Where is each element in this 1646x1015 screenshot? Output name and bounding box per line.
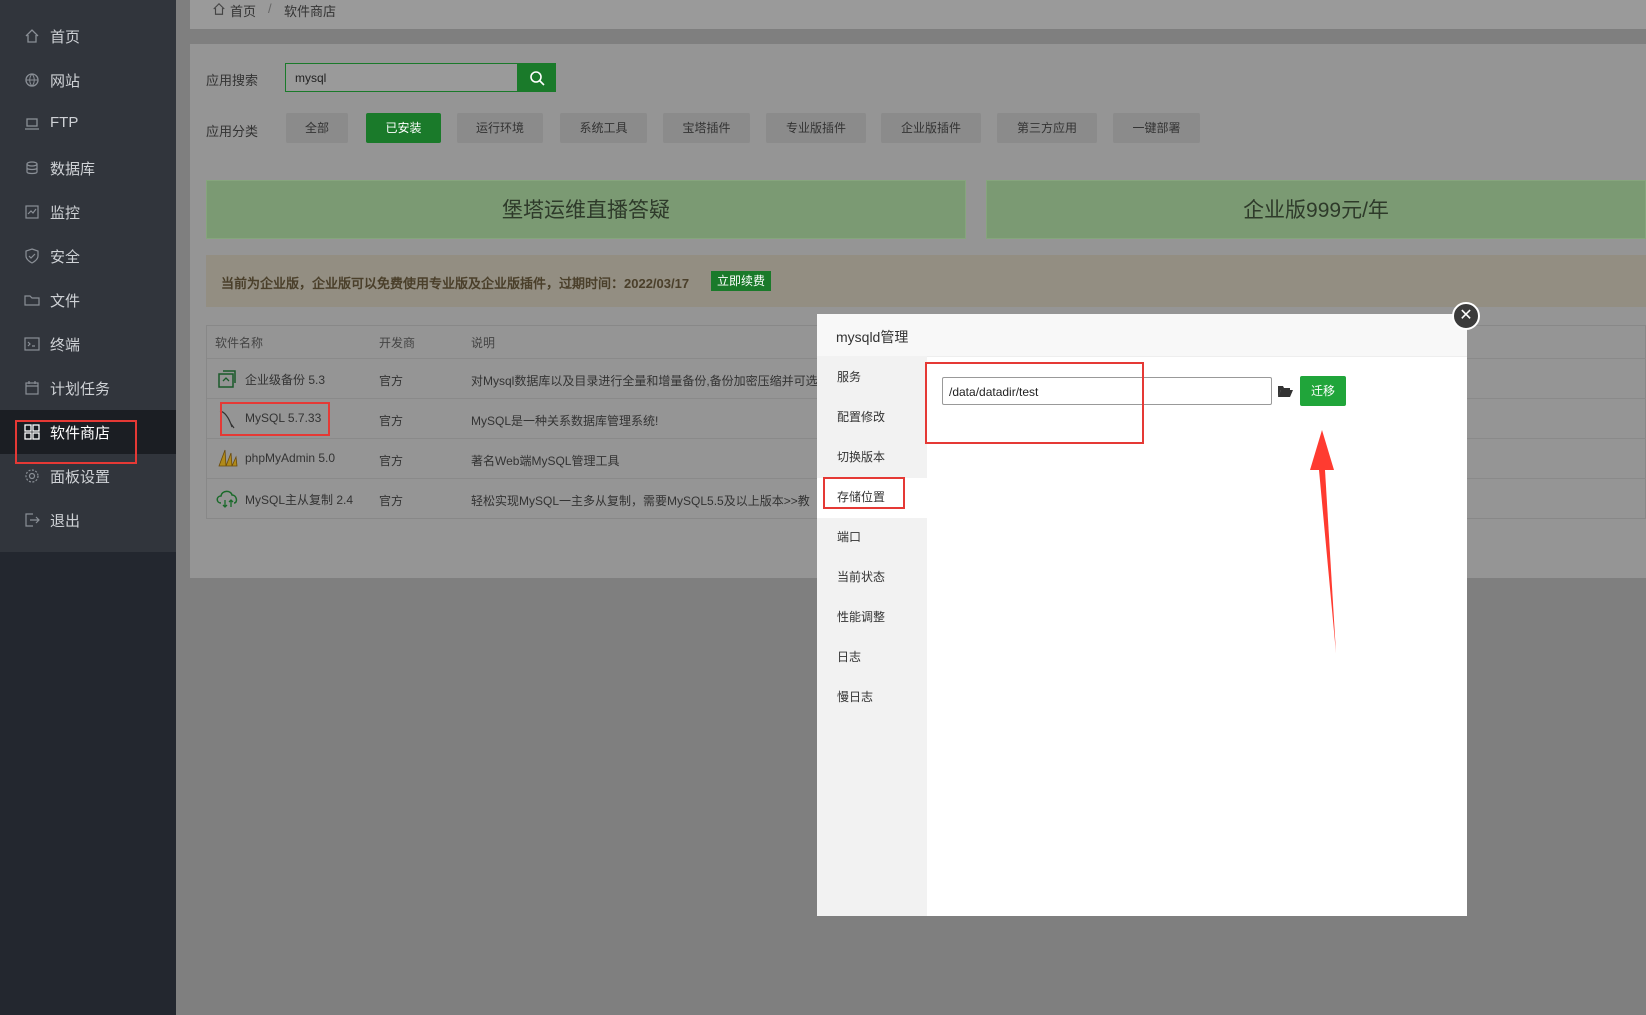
folder-icon — [24, 295, 40, 306]
sidebar-item-label: 数据库 — [50, 161, 96, 178]
software-desc: 轻松实现MySQL一主多从复制，需要MySQL5.5及以上版本>>教 — [471, 494, 810, 508]
software-name: MySQL主从复制 2.4 — [245, 493, 354, 507]
sidebar-item-label: 计划任务 — [50, 381, 111, 398]
table-header-vendor: 开发商 — [379, 336, 416, 350]
sidebar-item-security[interactable]: 安全 — [0, 234, 176, 278]
ftp-icon — [25, 118, 39, 130]
sidebar-item-files[interactable]: 文件 — [0, 278, 176, 322]
breadcrumb: 首页 / 软件商店 — [190, 0, 1646, 29]
annotation-arrow — [1310, 430, 1336, 653]
dialog-title: mysqld管理 — [836, 329, 909, 345]
software-desc: 对Mysql数据库以及目录进行全量和增量备份,备份加密压缩并可选 — [471, 374, 818, 388]
gear-icon — [25, 469, 39, 483]
category-pro-plugins[interactable]: 专业版插件 — [766, 113, 866, 143]
category-system-tools[interactable]: 系统工具 — [560, 113, 647, 143]
menu-item-config[interactable]: 配置修改 — [837, 408, 885, 425]
menu-item-service[interactable]: 服务 — [837, 368, 861, 385]
sidebar-item-label: 安全 — [50, 249, 81, 266]
search-icon — [530, 71, 545, 86]
menu-item-log[interactable]: 日志 — [837, 648, 861, 665]
category-installed[interactable]: 已安装 — [366, 113, 441, 143]
category-enterprise-plugins[interactable]: 企业版插件 — [881, 113, 981, 143]
home-icon — [25, 29, 39, 43]
sidebar-item-label: 终端 — [50, 337, 81, 354]
sidebar-item-ftp[interactable]: FTP — [0, 102, 176, 146]
software-desc: MySQL是一种关系数据库管理系统! — [471, 414, 659, 428]
category-all[interactable]: 全部 — [286, 113, 348, 143]
menu-item-slow-log[interactable]: 慢日志 — [837, 688, 873, 705]
database-icon — [26, 161, 38, 175]
software-desc: 著名Web端MySQL管理工具 — [471, 454, 620, 468]
renew-button[interactable]: 立即续费 — [711, 271, 772, 291]
annotation-box-mysql — [220, 402, 330, 436]
category-label: 应用分类 — [206, 124, 259, 139]
sidebar-item-monitor[interactable]: 监控 — [0, 190, 176, 234]
backup-icon — [218, 370, 236, 388]
category-one-click-deploy[interactable]: 一键部署 — [1113, 113, 1200, 143]
breadcrumb-current: 软件商店 — [284, 4, 337, 19]
banner-live-qa[interactable]: 堡塔运维直播答疑 — [206, 180, 966, 239]
sidebar-item-cron[interactable]: 计划任务 — [0, 366, 176, 410]
sidebar-item-database[interactable]: 数据库 — [0, 146, 176, 190]
home-icon — [213, 2, 225, 15]
logout-icon — [25, 513, 40, 527]
search-input-value: mysql — [295, 71, 327, 85]
dialog-close-button[interactable]: ✕ — [1452, 302, 1480, 330]
migrate-button[interactable]: 迁移 — [1300, 376, 1346, 406]
table-header-desc: 说明 — [471, 336, 496, 350]
software-vendor: 官方 — [379, 374, 404, 388]
annotation-box-path-input — [925, 362, 1144, 444]
sidebar-item-label: 文件 — [50, 293, 81, 310]
terminal-icon — [24, 337, 40, 351]
breadcrumb-home[interactable]: 首页 — [230, 1, 256, 20]
sidebar-item-website[interactable]: 网站 — [0, 58, 176, 102]
software-vendor: 官方 — [379, 454, 404, 468]
category-runtime[interactable]: 运行环境 — [457, 113, 543, 143]
sidebar-item-label: 监控 — [50, 205, 81, 222]
software-name: 企业级备份 5.3 — [245, 373, 326, 387]
sidebar-item-terminal[interactable]: 终端 — [0, 322, 176, 366]
sidebar-item-label: 退出 — [50, 513, 81, 530]
banner-enterprise-price[interactable]: 企业版999元/年 — [986, 180, 1646, 239]
sidebar-item-home[interactable]: 首页 — [0, 14, 176, 58]
table-header-name: 软件名称 — [215, 336, 264, 350]
menu-item-switch-version[interactable]: 切换版本 — [837, 448, 885, 465]
sidebar-item-label: 网站 — [50, 73, 81, 90]
software-name: phpMyAdmin 5.0 — [245, 451, 336, 465]
menu-item-performance[interactable]: 性能调整 — [837, 608, 885, 625]
software-vendor: 官方 — [379, 414, 404, 428]
search-input[interactable]: mysql — [285, 63, 518, 92]
category-third-party[interactable]: 第三方应用 — [997, 113, 1097, 143]
globe-icon — [25, 73, 39, 87]
calendar-icon — [25, 381, 39, 395]
search-label: 应用搜索 — [206, 73, 259, 88]
dialog-header: mysqld管理 — [817, 314, 1467, 357]
monitor-icon — [25, 205, 39, 219]
menu-item-port[interactable]: 端口 — [837, 528, 861, 545]
sidebar: 首页 网站 FTP 数据库 监控 安全 文件 终端 计划任务 软件商店 面板设置… — [0, 0, 176, 1015]
sidebar-nav: 首页 网站 FTP 数据库 监控 安全 文件 终端 计划任务 软件商店 面板设置… — [0, 0, 176, 552]
phpmyadmin-icon — [218, 449, 238, 467]
sidebar-item-label: 首页 — [50, 29, 81, 46]
sidebar-item-label: 面板设置 — [50, 469, 111, 486]
folder-open-icon[interactable] — [1277, 384, 1293, 398]
software-vendor: 官方 — [379, 494, 404, 508]
breadcrumb-separator: / — [268, 1, 272, 16]
dialog-menu: 服务 配置修改 切换版本 存储位置 端口 当前状态 性能调整 日志 慢日志 — [817, 356, 927, 916]
shield-icon — [25, 248, 39, 264]
sidebar-item-logout[interactable]: 退出 — [0, 498, 176, 542]
cloud-sync-icon — [216, 490, 238, 508]
search-button[interactable] — [518, 63, 556, 92]
annotation-box-app-store — [15, 420, 137, 464]
notice-text: 当前为企业版，企业版可以免费使用专业版及企业版插件，过期时间：2022/03/1… — [221, 276, 690, 291]
category-bt-plugins[interactable]: 宝塔插件 — [663, 113, 750, 143]
sidebar-item-label: FTP — [50, 114, 79, 131]
annotation-box-storage-menu — [823, 477, 905, 509]
menu-item-status[interactable]: 当前状态 — [837, 568, 885, 585]
enterprise-notice: 当前为企业版，企业版可以免费使用专业版及企业版插件，过期时间：2022/03/1… — [206, 255, 1646, 307]
